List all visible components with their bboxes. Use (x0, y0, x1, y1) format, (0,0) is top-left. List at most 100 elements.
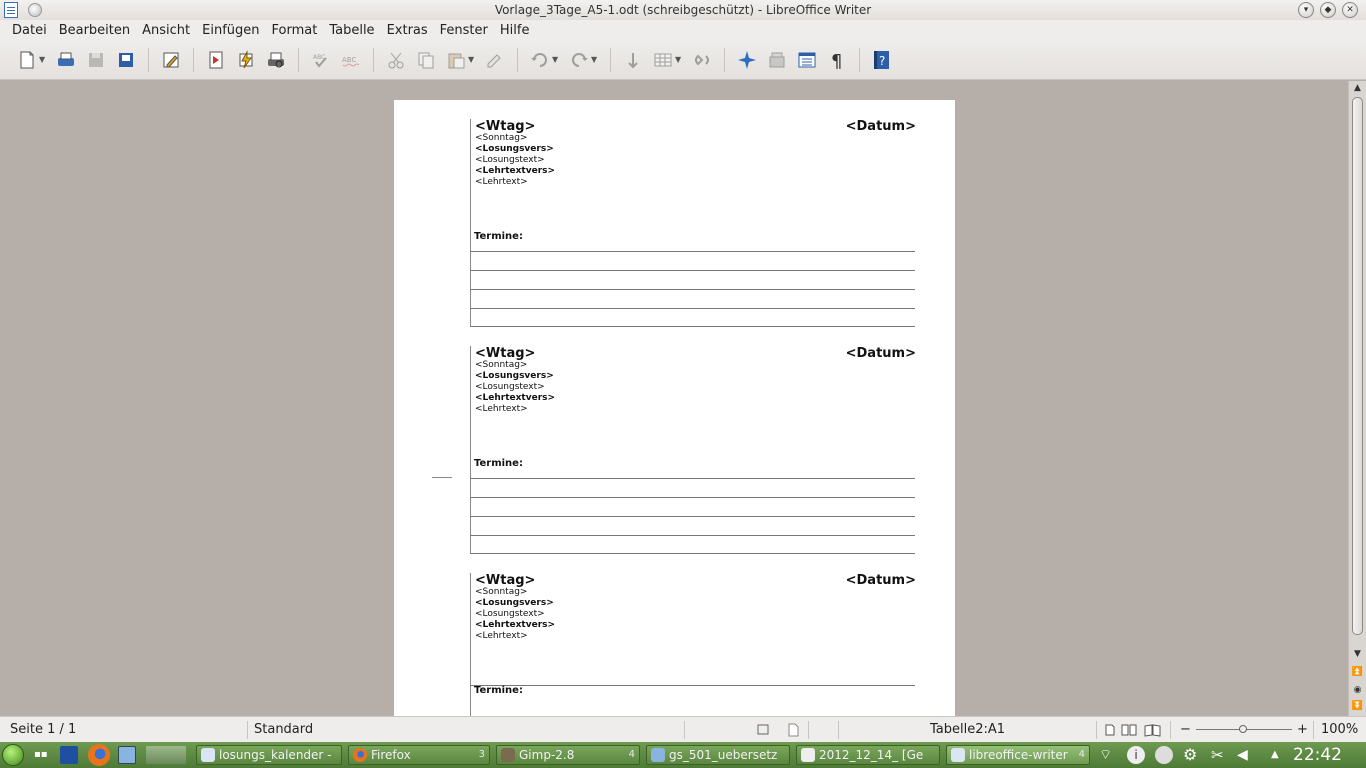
page-indicator[interactable]: Seite 1 / 1 (10, 717, 76, 743)
minimize-button[interactable]: ▾ (1298, 2, 1314, 18)
menu-fenster[interactable]: Fenster (434, 23, 494, 38)
sonntag-field[interactable]: <Sonntag> (475, 360, 527, 370)
data-sources-icon[interactable] (794, 47, 820, 73)
task-losungs-kalender[interactable]: losungs_kalender - (196, 745, 342, 765)
new-document-icon[interactable] (14, 47, 40, 73)
autopilot-icon[interactable] (233, 47, 259, 73)
menu-hilfe[interactable]: Hilfe (494, 23, 536, 38)
task-libreoffice-writer[interactable]: libreoffice-writer 4 (946, 745, 1090, 765)
zoom-out-button[interactable]: − (1180, 717, 1191, 743)
gallery-icon[interactable] (764, 47, 790, 73)
undo-icon[interactable] (527, 47, 553, 73)
tray-expand-icon[interactable]: ▲ (1271, 746, 1289, 764)
redo-dropdown-arrow[interactable]: ▼ (591, 55, 599, 64)
firefox-launcher-icon[interactable] (88, 744, 110, 766)
auto-spellcheck-icon[interactable]: ABC (338, 47, 364, 73)
help-icon[interactable]: ? (869, 47, 895, 73)
losungstext-field[interactable]: <Losungstext> (475, 155, 545, 165)
termine-label[interactable]: Termine: (474, 685, 523, 696)
sonntag-field[interactable]: <Sonntag> (475, 133, 527, 143)
menu-format[interactable]: Format (266, 23, 324, 38)
insert-table-icon[interactable] (620, 47, 646, 73)
zoom-slider-knob[interactable] (1239, 725, 1247, 733)
scroll-thumb[interactable] (1352, 97, 1363, 635)
losungsvers-field[interactable]: <Losungsvers> (475, 144, 554, 154)
menu-ansicht[interactable]: Ansicht (136, 23, 196, 38)
save-icon[interactable] (83, 47, 109, 73)
save-as-icon[interactable] (113, 47, 139, 73)
task-2012-12-14[interactable]: 2012_12_14_ [Ge (796, 745, 940, 765)
file-manager-icon[interactable] (118, 746, 136, 764)
lehrtextvers-field[interactable]: <Lehrtextvers> (475, 166, 555, 176)
navigator-icon[interactable] (734, 47, 760, 73)
datum-field[interactable]: <Datum> (846, 573, 916, 588)
datum-field[interactable]: <Datum> (846, 119, 916, 134)
menu-extras[interactable]: Extras (381, 23, 434, 38)
export-pdf-icon[interactable] (203, 47, 229, 73)
menu-tabelle[interactable]: Tabelle (323, 23, 380, 38)
maximize-button[interactable]: ◆ (1320, 2, 1336, 18)
vertical-scrollbar[interactable]: ▲ ▼ ⏫ ◉ ⏬ (1348, 81, 1366, 716)
cut-icon[interactable] (383, 47, 409, 73)
scroll-up-icon[interactable]: ▲ (1349, 81, 1366, 95)
single-page-view-icon[interactable] (1104, 717, 1116, 743)
paste-icon[interactable] (443, 47, 469, 73)
hyperlink-icon[interactable] (689, 47, 715, 73)
edit-mode-icon[interactable] (158, 47, 184, 73)
print-preview-icon[interactable] (263, 47, 289, 73)
scroll-down-icon[interactable]: ▼ (1349, 647, 1366, 661)
task-gs-501[interactable]: gs_501_uebersetz (646, 745, 790, 765)
zoom-level[interactable]: 100% (1321, 717, 1358, 743)
clock[interactable]: 22:42 (1293, 745, 1342, 765)
menu-bearbeiten[interactable]: Bearbeiten (53, 23, 136, 38)
wifi-icon[interactable]: ⌔ (1099, 746, 1117, 764)
document-modified-icon[interactable] (786, 717, 800, 743)
lehrtext-field[interactable]: <Lehrtext> (475, 631, 528, 641)
task-gimp[interactable]: Gimp-2.8 4 (496, 745, 640, 765)
wtag-field[interactable]: <Wtag> (475, 119, 535, 134)
start-menu-icon[interactable] (2, 744, 24, 766)
table-icon[interactable] (650, 47, 676, 73)
copy-icon[interactable] (413, 47, 439, 73)
losungstext-field[interactable]: <Losungstext> (475, 382, 545, 392)
losungstext-field[interactable]: <Losungstext> (475, 609, 545, 619)
volume-icon[interactable]: ◀ (1237, 746, 1255, 764)
network-icon[interactable] (1155, 746, 1173, 764)
datum-field[interactable]: <Datum> (846, 346, 916, 361)
wtag-field[interactable]: <Wtag> (475, 346, 535, 361)
menu-datei[interactable]: Datei (6, 23, 53, 38)
losungsvers-field[interactable]: <Losungsvers> (475, 371, 554, 381)
wtag-field[interactable]: <Wtag> (475, 573, 535, 588)
apps-grid-icon[interactable]: ▪▪ (34, 746, 52, 764)
table-dropdown-arrow[interactable]: ▼ (675, 55, 683, 64)
settings-gear-icon[interactable]: ⚙ (1183, 746, 1201, 764)
spellcheck-icon[interactable]: ABC (308, 47, 334, 73)
print-icon[interactable] (53, 47, 79, 73)
document-page[interactable]: <Wtag> <Datum> <Sonntag> <Losungsvers> <… (394, 100, 955, 716)
info-icon[interactable]: i (1127, 746, 1145, 764)
new-dropdown-arrow[interactable]: ▼ (39, 55, 47, 64)
zoom-in-button[interactable]: + (1297, 717, 1308, 743)
format-paintbrush-icon[interactable] (482, 47, 508, 73)
previous-page-icon[interactable]: ⏫ (1349, 665, 1366, 679)
navigation-icon[interactable]: ◉ (1349, 683, 1366, 697)
lehrtext-field[interactable]: <Lehrtext> (475, 404, 528, 414)
lehrtextvers-field[interactable]: <Lehrtextvers> (475, 393, 555, 403)
multi-page-view-icon[interactable] (1121, 717, 1139, 743)
desktop-switch-icon[interactable] (146, 746, 186, 764)
next-page-icon[interactable]: ⏬ (1349, 699, 1366, 713)
lehrtext-field[interactable]: <Lehrtext> (475, 177, 528, 187)
formatting-marks-icon[interactable]: ¶ (824, 47, 850, 73)
insert-mode-icon[interactable] (756, 717, 770, 743)
undo-dropdown-arrow[interactable]: ▼ (552, 55, 560, 64)
close-button[interactable]: ✕ (1342, 2, 1358, 18)
book-view-icon[interactable] (1144, 717, 1162, 743)
mail-icon[interactable] (60, 746, 78, 764)
scissors-icon[interactable]: ✂ (1211, 746, 1229, 764)
document-canvas[interactable]: <Wtag> <Datum> <Sonntag> <Losungsvers> <… (0, 81, 1348, 716)
page-style[interactable]: Standard (254, 717, 313, 743)
sonntag-field[interactable]: <Sonntag> (475, 587, 527, 597)
zoom-slider[interactable] (1196, 725, 1292, 733)
termine-label[interactable]: Termine: (474, 458, 523, 469)
task-firefox[interactable]: Firefox 3 (348, 745, 490, 765)
